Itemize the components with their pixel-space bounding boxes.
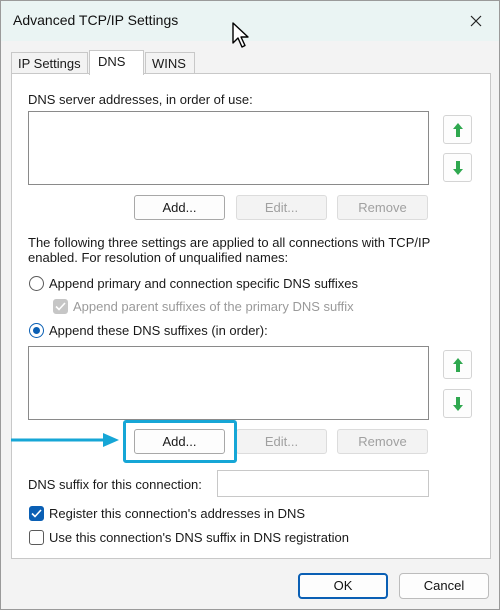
dns-server-remove-button[interactable]: Remove <box>337 195 428 220</box>
dns-servers-list[interactable] <box>28 111 429 185</box>
advanced-tcpip-dialog: Advanced TCP/IP Settings IP Settings DNS… <box>0 0 500 610</box>
append-parent-checkbox[interactable] <box>53 299 68 314</box>
arrow-down-icon <box>452 396 463 411</box>
use-suffix-registration-checkbox[interactable] <box>29 530 44 545</box>
suffix-move-down-button[interactable] <box>443 389 472 418</box>
register-addresses-label[interactable]: Register this connection's addresses in … <box>49 506 305 521</box>
dns-server-edit-button[interactable]: Edit... <box>236 195 327 220</box>
checkmark-icon <box>31 509 42 518</box>
arrow-up-icon <box>452 122 463 137</box>
append-these-suffixes-radio[interactable] <box>29 323 44 338</box>
tab-wins[interactable]: WINS <box>145 52 195 74</box>
suffix-move-up-button[interactable] <box>443 350 472 379</box>
dns-server-move-up-button[interactable] <box>443 115 472 144</box>
pointer-arrow-icon <box>11 433 119 447</box>
use-suffix-registration-label[interactable]: Use this connection's DNS suffix in DNS … <box>49 530 349 545</box>
connection-suffix-input[interactable] <box>217 470 429 497</box>
register-addresses-checkbox[interactable] <box>29 506 44 521</box>
tab-ip-settings[interactable]: IP Settings <box>11 52 88 74</box>
connection-suffix-label: DNS suffix for this connection: <box>28 477 202 492</box>
resolution-description-line2: enabled. For resolution of unqualified n… <box>28 250 289 265</box>
append-primary-label[interactable]: Append primary and connection specific D… <box>49 276 358 291</box>
suffix-remove-button[interactable]: Remove <box>337 429 428 454</box>
append-primary-radio[interactable] <box>29 276 44 291</box>
dns-server-move-down-button[interactable] <box>443 153 472 182</box>
ok-button[interactable]: OK <box>298 573 388 599</box>
dns-suffixes-list[interactable] <box>28 346 429 420</box>
close-button[interactable] <box>461 7 491 35</box>
append-these-suffixes-label[interactable]: Append these DNS suffixes (in order): <box>49 323 268 338</box>
append-parent-label: Append parent suffixes of the primary DN… <box>73 299 354 314</box>
tab-dns[interactable]: DNS <box>89 50 144 75</box>
mouse-cursor-icon <box>232 22 249 48</box>
resolution-description-line1: The following three settings are applied… <box>28 235 431 250</box>
arrow-down-icon <box>452 160 463 175</box>
dns-server-add-button[interactable]: Add... <box>134 195 225 220</box>
window-title: Advanced TCP/IP Settings <box>13 12 179 28</box>
close-icon <box>470 15 482 27</box>
checkmark-icon <box>55 302 66 311</box>
cancel-button[interactable]: Cancel <box>399 573 489 599</box>
dns-servers-label: DNS server addresses, in order of use: <box>28 92 253 107</box>
add-button-highlight <box>123 420 237 463</box>
arrow-up-icon <box>452 357 463 372</box>
suffix-edit-button[interactable]: Edit... <box>236 429 327 454</box>
